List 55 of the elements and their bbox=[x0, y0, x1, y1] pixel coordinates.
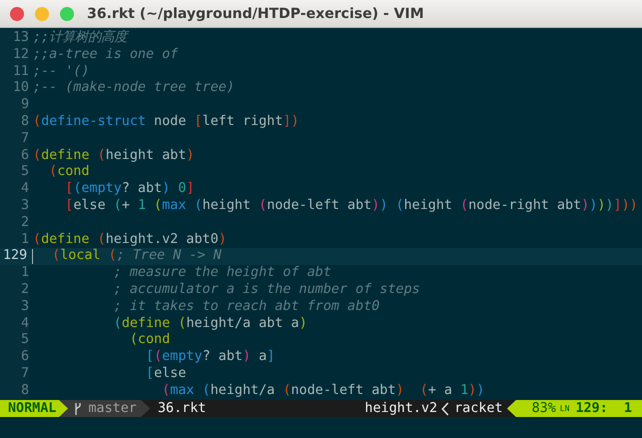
line-number: 7 bbox=[20, 130, 29, 148]
line-number: 12 bbox=[12, 46, 29, 64]
code-line: ;-- (make-node tree tree) bbox=[33, 80, 235, 98]
code-line: [else (+ 1 (max (height (node-left abt)) (height (node-right abt))))])) bbox=[64, 198, 638, 215]
code-line: (define-struct node [left right]) bbox=[33, 114, 300, 131]
function-name: height.v2 bbox=[364, 400, 438, 417]
line-number: 2 bbox=[20, 282, 29, 299]
line-number: 129 bbox=[2, 248, 28, 266]
code-line: (max (height/a (node-left abt) (+ a 1)) bbox=[160, 382, 484, 400]
code-line: (local (; Tree N -> N bbox=[51, 248, 222, 266]
line-symbol: LN bbox=[560, 404, 570, 412]
line-number: 2 bbox=[20, 214, 29, 232]
code-line: [(empty? abt) a] bbox=[144, 349, 275, 366]
code-line: (define (height/a abt a) bbox=[112, 316, 308, 332]
scroll-percent: 83% bbox=[532, 400, 556, 417]
line-number: 8 bbox=[20, 382, 29, 400]
maximize-button[interactable] bbox=[60, 6, 74, 20]
window-title: 36.rkt (~/playground/HTDP-exercise) - VIM bbox=[87, 6, 424, 22]
line-number: 5 bbox=[20, 164, 29, 182]
file-name: 36.rkt bbox=[158, 400, 206, 417]
code-line: (cond bbox=[48, 164, 90, 182]
line-number: 6 bbox=[20, 148, 29, 164]
line-number: 1 bbox=[20, 265, 29, 282]
code-line: [(empty? abt) 0] bbox=[64, 181, 194, 198]
code-line: (define (height abt) bbox=[33, 148, 194, 164]
line-number: 3 bbox=[20, 198, 29, 215]
line-number: 4 bbox=[20, 316, 29, 332]
code-line: ;;计算树的高度 bbox=[33, 30, 128, 47]
code-line: ;;a-tree is one of bbox=[33, 46, 178, 64]
cursor-position: 129: 1 bbox=[576, 400, 632, 417]
line-number: 8 bbox=[20, 114, 29, 131]
line-number: 13 bbox=[12, 30, 29, 47]
text-cursor bbox=[32, 249, 33, 264]
file-type: racket bbox=[454, 400, 503, 417]
code-line: ; it takes to reach abt from abt0 bbox=[112, 298, 380, 316]
code-line: ; accumulator a is the number of steps bbox=[112, 282, 420, 299]
line-number: 5 bbox=[20, 332, 29, 350]
code-line: (define (height.v2 abt0) bbox=[33, 232, 226, 248]
line-number: 9 bbox=[20, 97, 29, 114]
code-line: (cond bbox=[128, 332, 170, 350]
line-number: 3 bbox=[20, 298, 29, 316]
code-line: ; measure the height of abt bbox=[112, 265, 332, 282]
git-branch-icon bbox=[74, 402, 82, 414]
chevron-icon bbox=[441, 402, 450, 416]
line-number: 11 bbox=[12, 64, 29, 80]
minimize-button[interactable] bbox=[35, 6, 49, 20]
code-line: [else bbox=[144, 366, 186, 383]
line-number: 1 bbox=[20, 232, 29, 248]
close-button[interactable] bbox=[10, 6, 24, 20]
line-number: 6 bbox=[20, 349, 29, 366]
line-number: 7 bbox=[20, 366, 29, 383]
branch-name: master bbox=[88, 400, 137, 417]
line-number: 4 bbox=[20, 181, 29, 198]
code-line: ;-- '() bbox=[33, 64, 90, 80]
line-number: 10 bbox=[12, 80, 29, 98]
